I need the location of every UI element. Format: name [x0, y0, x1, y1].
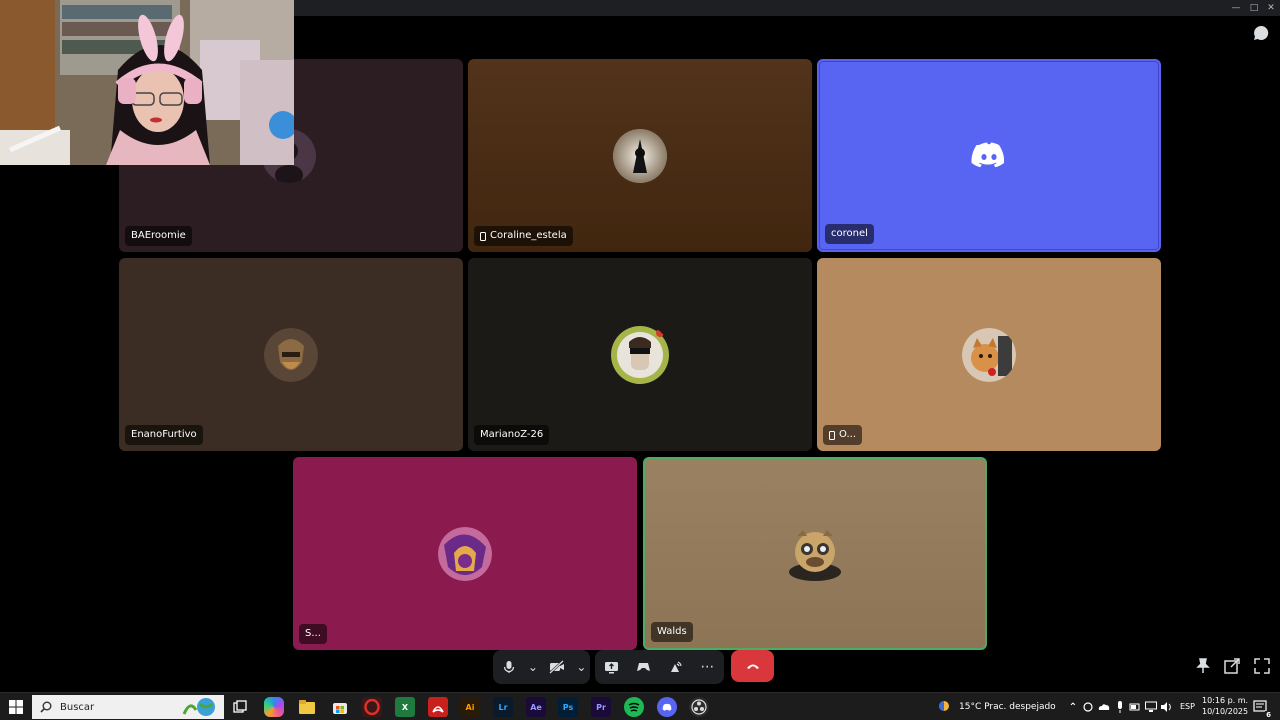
avatar	[609, 324, 671, 386]
participant-tile-s[interactable]: S...	[293, 457, 637, 650]
search-icon	[40, 701, 52, 713]
clock-date[interactable]: 10/10/2025	[1202, 707, 1248, 716]
mic-camera-controls: ⌄ ⌄	[493, 650, 590, 684]
microsoft-store-icon[interactable]	[330, 697, 350, 717]
avatar	[264, 327, 318, 382]
after-effects-icon[interactable]: Ae	[526, 697, 546, 717]
taskbar-search[interactable]: Buscar	[32, 695, 224, 719]
minimize-icon[interactable]: —	[1229, 2, 1243, 14]
mobile-icon	[829, 430, 835, 440]
photoshop-icon[interactable]: Ps	[558, 697, 578, 717]
search-highlight-icon	[182, 698, 215, 716]
microphone-icon[interactable]	[496, 654, 522, 680]
avatar	[438, 526, 492, 581]
illustrator-icon[interactable]: Ai	[460, 697, 480, 717]
participant-tile-enanofurtivo[interactable]: EnanoFurtivo	[119, 258, 463, 451]
avatar	[962, 327, 1016, 382]
participant-tile-marianoz-26[interactable]: MarianoZ-26	[468, 258, 812, 451]
pin-icon[interactable]	[1194, 657, 1212, 675]
hang-up-icon	[746, 664, 759, 669]
camera-off-icon[interactable]	[544, 654, 570, 680]
discord-icon[interactable]	[657, 697, 677, 717]
premiere-icon[interactable]: Pr	[591, 697, 611, 717]
chevron-down-icon[interactable]: ⌄	[527, 654, 539, 680]
soundboard-icon[interactable]	[663, 654, 689, 680]
copilot-icon[interactable]	[264, 697, 284, 717]
participant-tile-coronel[interactable]: coronel	[817, 59, 1161, 252]
weather-icon[interactable]	[935, 697, 955, 717]
notification-count: 6	[1265, 711, 1272, 719]
pop-out-icon[interactable]	[1223, 657, 1241, 675]
file-explorer-icon[interactable]	[297, 697, 317, 717]
close-icon[interactable]: ✕	[1264, 2, 1278, 14]
task-view-icon[interactable]	[230, 697, 250, 717]
clock-time[interactable]: 10:16 p. m.	[1202, 696, 1248, 705]
activities-icon[interactable]	[630, 654, 656, 680]
participant-name: coronel	[825, 224, 874, 244]
fullscreen-icon[interactable]	[1253, 657, 1271, 675]
lightroom-icon[interactable]: Lr	[493, 697, 513, 717]
chevron-down-icon[interactable]: ⌄	[575, 654, 587, 680]
chat-icon[interactable]	[1252, 24, 1270, 42]
volume-icon[interactable]	[1156, 697, 1176, 717]
participant-name: EnanoFurtivo	[125, 425, 203, 445]
acrobat-icon[interactable]	[428, 697, 448, 717]
hang-up-button[interactable]	[731, 650, 774, 682]
opera-icon[interactable]	[362, 697, 382, 717]
avatar	[613, 128, 667, 183]
avatar	[783, 522, 847, 586]
obs-icon[interactable]	[689, 697, 709, 717]
activity-controls: ⋯	[595, 650, 724, 684]
participant-name: Walds	[651, 622, 693, 642]
search-placeholder: Buscar	[60, 701, 95, 713]
participant-tile-walds[interactable]: Walds	[643, 457, 987, 650]
spotify-icon[interactable]	[624, 697, 644, 717]
discord-logo-icon	[962, 129, 1016, 183]
weather-text[interactable]: 15°C Prac. despejado	[959, 702, 1056, 712]
participant-name: BAEroomie	[125, 226, 192, 246]
language-indicator[interactable]: ESP	[1180, 702, 1195, 711]
participant-name: MarianoZ-26	[474, 425, 550, 445]
participant-tile-coraline-estela[interactable]: Coraline_estela	[468, 59, 812, 252]
windows-start-icon[interactable]	[6, 697, 26, 717]
participant-name: O...	[823, 425, 863, 445]
participant-tile-o[interactable]: O...	[817, 258, 1161, 451]
excel-icon[interactable]: X	[395, 697, 415, 717]
participant-name: Coraline_estela	[474, 226, 573, 246]
self-camera-preview[interactable]	[0, 0, 294, 165]
participant-name: S...	[299, 624, 327, 644]
windows-taskbar: Buscar X Ai Lr Ae Ps Pr 15°C Prac. despe…	[0, 692, 1280, 720]
screen-share-icon[interactable]	[598, 654, 624, 680]
mobile-icon	[480, 231, 486, 241]
maximize-icon[interactable]: □	[1247, 2, 1261, 14]
notifications-icon[interactable]: 6	[1250, 697, 1272, 719]
more-options-icon[interactable]: ⋯	[695, 654, 721, 680]
